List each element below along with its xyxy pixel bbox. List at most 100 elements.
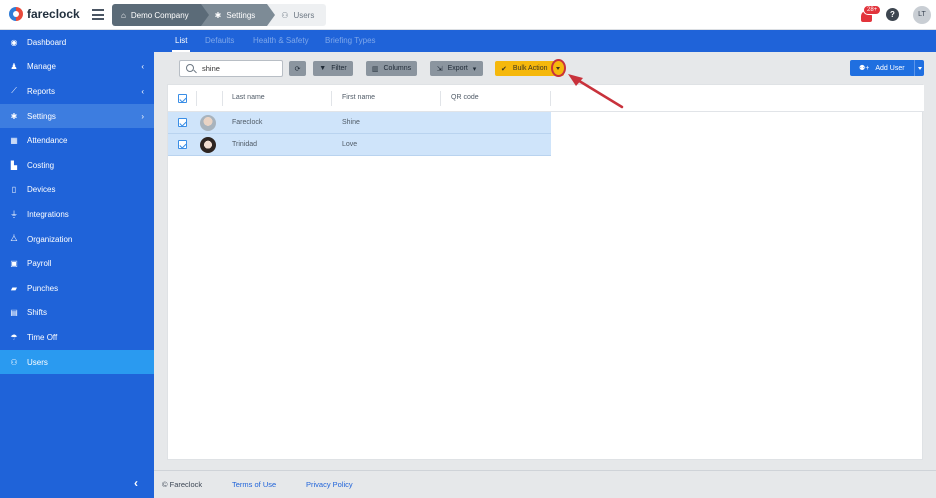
umbrella-icon: ☂	[10, 332, 18, 342]
first-name-cell: Love	[342, 141, 358, 148]
sidebar-item-punches[interactable]: ▰ Punches	[0, 276, 154, 301]
sidebar-item-costing[interactable]: ▙ Costing	[0, 153, 154, 178]
export-icon: ⇲	[436, 65, 443, 73]
tab-briefing-types[interactable]: Briefing Types	[325, 30, 376, 52]
gear-icon: ✱	[10, 111, 18, 121]
sidebar-item-label: Dashboard	[27, 37, 67, 47]
costing-icon: ▙	[10, 160, 18, 170]
sidebar: ◉ Dashboard ♟ Manage ‹ ⟋ Reports ‹ ✱ Settings › ▦ At…	[0, 30, 154, 498]
gear-icon: ✱	[214, 10, 222, 20]
brand-name: fareclock	[27, 7, 80, 21]
search-icon	[186, 64, 194, 72]
sidebar-item-reports[interactable]: ⟋ Reports ‹	[0, 79, 154, 104]
last-name-cell: Fareclock	[232, 119, 263, 126]
tab-health-safety[interactable]: Health & Safety	[253, 30, 309, 52]
refresh-icon: ⟳	[294, 65, 301, 73]
select-all-checkbox[interactable]	[178, 94, 187, 103]
sidebar-item-label: Reports	[27, 86, 56, 96]
column-first-name[interactable]: First name	[342, 94, 375, 101]
sidebar-item-label: Devices	[27, 185, 56, 195]
breadcrumb-users: ⚇ Users	[267, 4, 327, 26]
settings-tabs: List Defaults Health & Safety Briefing T…	[154, 30, 936, 52]
sidebar-item-devices[interactable]: ▯ Devices	[0, 178, 154, 203]
breadcrumb: ⌂ Demo Company ✱ Settings ⚇ Users	[112, 4, 327, 26]
sidebar-item-label: Integrations	[27, 209, 69, 219]
users-icon: ⚇	[10, 357, 18, 367]
sidebar-item-label: Costing	[27, 160, 55, 170]
bulk-action-button[interactable]: ✔ Bulk Action	[495, 61, 553, 76]
sidebar-item-time-off[interactable]: ☂ Time Off	[0, 325, 154, 350]
sidebar-item-organization[interactable]: ⧊ Organization	[0, 227, 154, 252]
plug-icon: ⏚	[10, 209, 18, 219]
chevron-icon: ‹	[141, 86, 144, 96]
sidebar-item-payroll[interactable]: ▣ Payroll	[0, 251, 154, 276]
sidebar-item-attendance[interactable]: ▦ Attendance	[0, 128, 154, 153]
table-row[interactable]: Trinidad Love	[168, 134, 551, 156]
person-icon: ♟	[10, 62, 18, 72]
privacy-link[interactable]: Privacy Policy	[306, 480, 353, 489]
copyright: © Fareclock	[162, 480, 203, 489]
notification-count: 28+	[863, 5, 882, 15]
footer: © Fareclock Terms of Use Privacy Policy	[154, 470, 936, 498]
truck-icon: ▰	[10, 283, 18, 293]
calendar-icon: ▤	[10, 308, 18, 318]
avatar[interactable]: LT	[913, 6, 931, 24]
sidebar-item-settings[interactable]: ✱ Settings ›	[0, 103, 154, 129]
device-icon: ▯	[11, 185, 17, 195]
columns-icon: ▥	[371, 65, 379, 73]
user-photo	[200, 137, 216, 153]
money-icon: ▣	[10, 259, 18, 269]
tab-defaults[interactable]: Defaults	[205, 30, 234, 52]
column-qr-code[interactable]: QR code	[451, 94, 479, 101]
sidebar-item-label: Organization	[27, 234, 73, 244]
column-last-name[interactable]: Last name	[232, 94, 265, 101]
sidebar-item-manage[interactable]: ♟ Manage ‹	[0, 55, 154, 80]
notifications-button[interactable]: 28+	[860, 5, 882, 22]
annotation-highlight-circle	[551, 59, 566, 77]
sidebar-item-label: Settings	[27, 111, 56, 121]
table-row[interactable]: Fareclock Shine	[168, 112, 551, 134]
filter-icon: ▼	[319, 65, 327, 72]
sidebar-item-label: Time Off	[27, 332, 58, 342]
refresh-button[interactable]: ⟳	[289, 61, 306, 76]
help-button[interactable]: ?	[886, 8, 899, 21]
breadcrumb-settings[interactable]: ✱ Settings	[200, 4, 275, 26]
sidebar-item-shifts[interactable]: ▤ Shifts	[0, 301, 154, 326]
row-checkbox[interactable]	[178, 140, 187, 149]
table-header: Last name First name QR code	[168, 85, 924, 112]
tab-list[interactable]: List	[171, 30, 192, 52]
attendance-icon: ▦	[10, 136, 18, 146]
users-table: Last name First name QR code Fareclock S…	[167, 84, 924, 460]
bulk-check-icon: ✔	[501, 65, 507, 73]
last-name-cell: Trinidad	[232, 141, 258, 148]
chart-icon: ⟋	[11, 86, 17, 96]
columns-button[interactable]: ▥ Columns	[366, 61, 417, 76]
dashboard-icon: ◉	[10, 37, 18, 47]
sidebar-item-label: Users	[27, 357, 48, 367]
terms-link[interactable]: Terms of Use	[232, 480, 276, 489]
breadcrumb-company[interactable]: ⌂ Demo Company	[112, 4, 209, 26]
filter-button[interactable]: ▼ Filter	[313, 61, 353, 76]
search-field[interactable]	[179, 60, 283, 77]
sidebar-item-label: Shifts	[27, 308, 48, 318]
row-checkbox[interactable]	[178, 118, 187, 127]
chevron-icon: ‹	[141, 62, 144, 72]
export-button[interactable]: ⇲ Export ▾	[430, 61, 483, 76]
user-photo	[200, 115, 216, 131]
sidebar-item-label: Payroll	[27, 259, 52, 269]
sidebar-item-dashboard[interactable]: ◉ Dashboard	[0, 30, 154, 55]
search-input[interactable]	[202, 63, 280, 74]
sidebar-collapse-icon[interactable]: ‹	[134, 476, 138, 490]
home-icon: ⌂	[121, 10, 126, 20]
first-name-cell: Shine	[342, 119, 360, 126]
fareclock-logo[interactable]: fareclock	[9, 7, 80, 21]
users-icon: ⚇	[281, 10, 289, 20]
top-bar: fareclock ⌂ Demo Company ✱ Settings ⚇ Users…	[0, 0, 936, 30]
add-user-dropdown-toggle[interactable]	[914, 60, 924, 76]
sidebar-item-users[interactable]: ⚇ Users	[0, 349, 154, 375]
add-user-button[interactable]: ⚉+ Add User	[850, 60, 914, 76]
sidebar-item-integrations[interactable]: ⏚ Integrations	[0, 202, 154, 227]
organization-icon: ⧊	[10, 234, 18, 244]
hamburger-menu-icon[interactable]	[92, 9, 104, 20]
chevron-down-icon: ▾	[472, 65, 477, 73]
